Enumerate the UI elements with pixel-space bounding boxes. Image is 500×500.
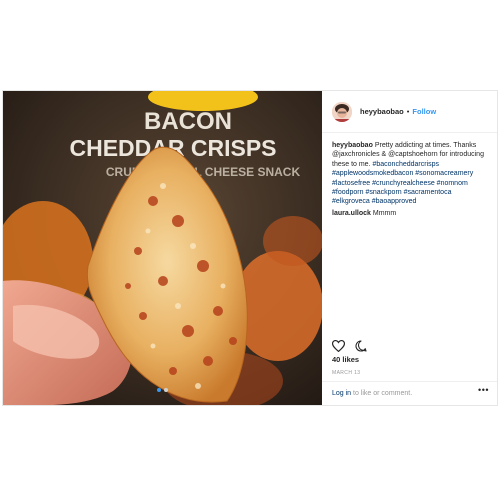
avatar-image [332, 101, 352, 122]
username-link[interactable]: heyybaobao [360, 107, 404, 116]
carousel-dot [164, 388, 168, 392]
add-comment-bar: Log in to like or comment. [322, 381, 497, 405]
caption-username[interactable]: heyybaobao [332, 142, 373, 149]
login-prompt-text: to like or comment. [351, 390, 413, 397]
post-date: MARCH 13 [332, 370, 361, 376]
carousel-dot-active [157, 388, 161, 392]
comment-text: Mmmm [372, 209, 397, 217]
login-link[interactable]: Log in [332, 390, 351, 397]
separator-dot: • [406, 107, 410, 116]
photo-image: BACON CHEDDAR CRISPS CRUNCHY REAL CHEESE… [3, 91, 322, 405]
follow-button[interactable]: Follow [412, 107, 436, 116]
post-photo[interactable]: BACON CHEDDAR CRISPS CRUNCHY REAL CHEESE… [3, 91, 322, 405]
carousel-dots [3, 379, 322, 397]
post-header: heyybaobao • Follow [322, 91, 497, 133]
avatar[interactable] [332, 101, 352, 122]
comment: laura.ullock Mmmm [322, 207, 497, 217]
comment-username[interactable]: laura.ullock [332, 210, 371, 217]
more-options-icon[interactable]: ••• [478, 385, 489, 395]
caption: heyybaobao Pretty addicting at times. Th… [322, 133, 497, 207]
instagram-post: BACON CHEDDAR CRISPS CRUNCHY REAL CHEESE… [2, 90, 498, 406]
post-sidebar: heyybaobao • Follow heyybaobao Pretty ad… [322, 91, 497, 405]
bag-text-1: BACON [144, 108, 232, 135]
likes-count[interactable]: 40 likes [332, 355, 359, 364]
